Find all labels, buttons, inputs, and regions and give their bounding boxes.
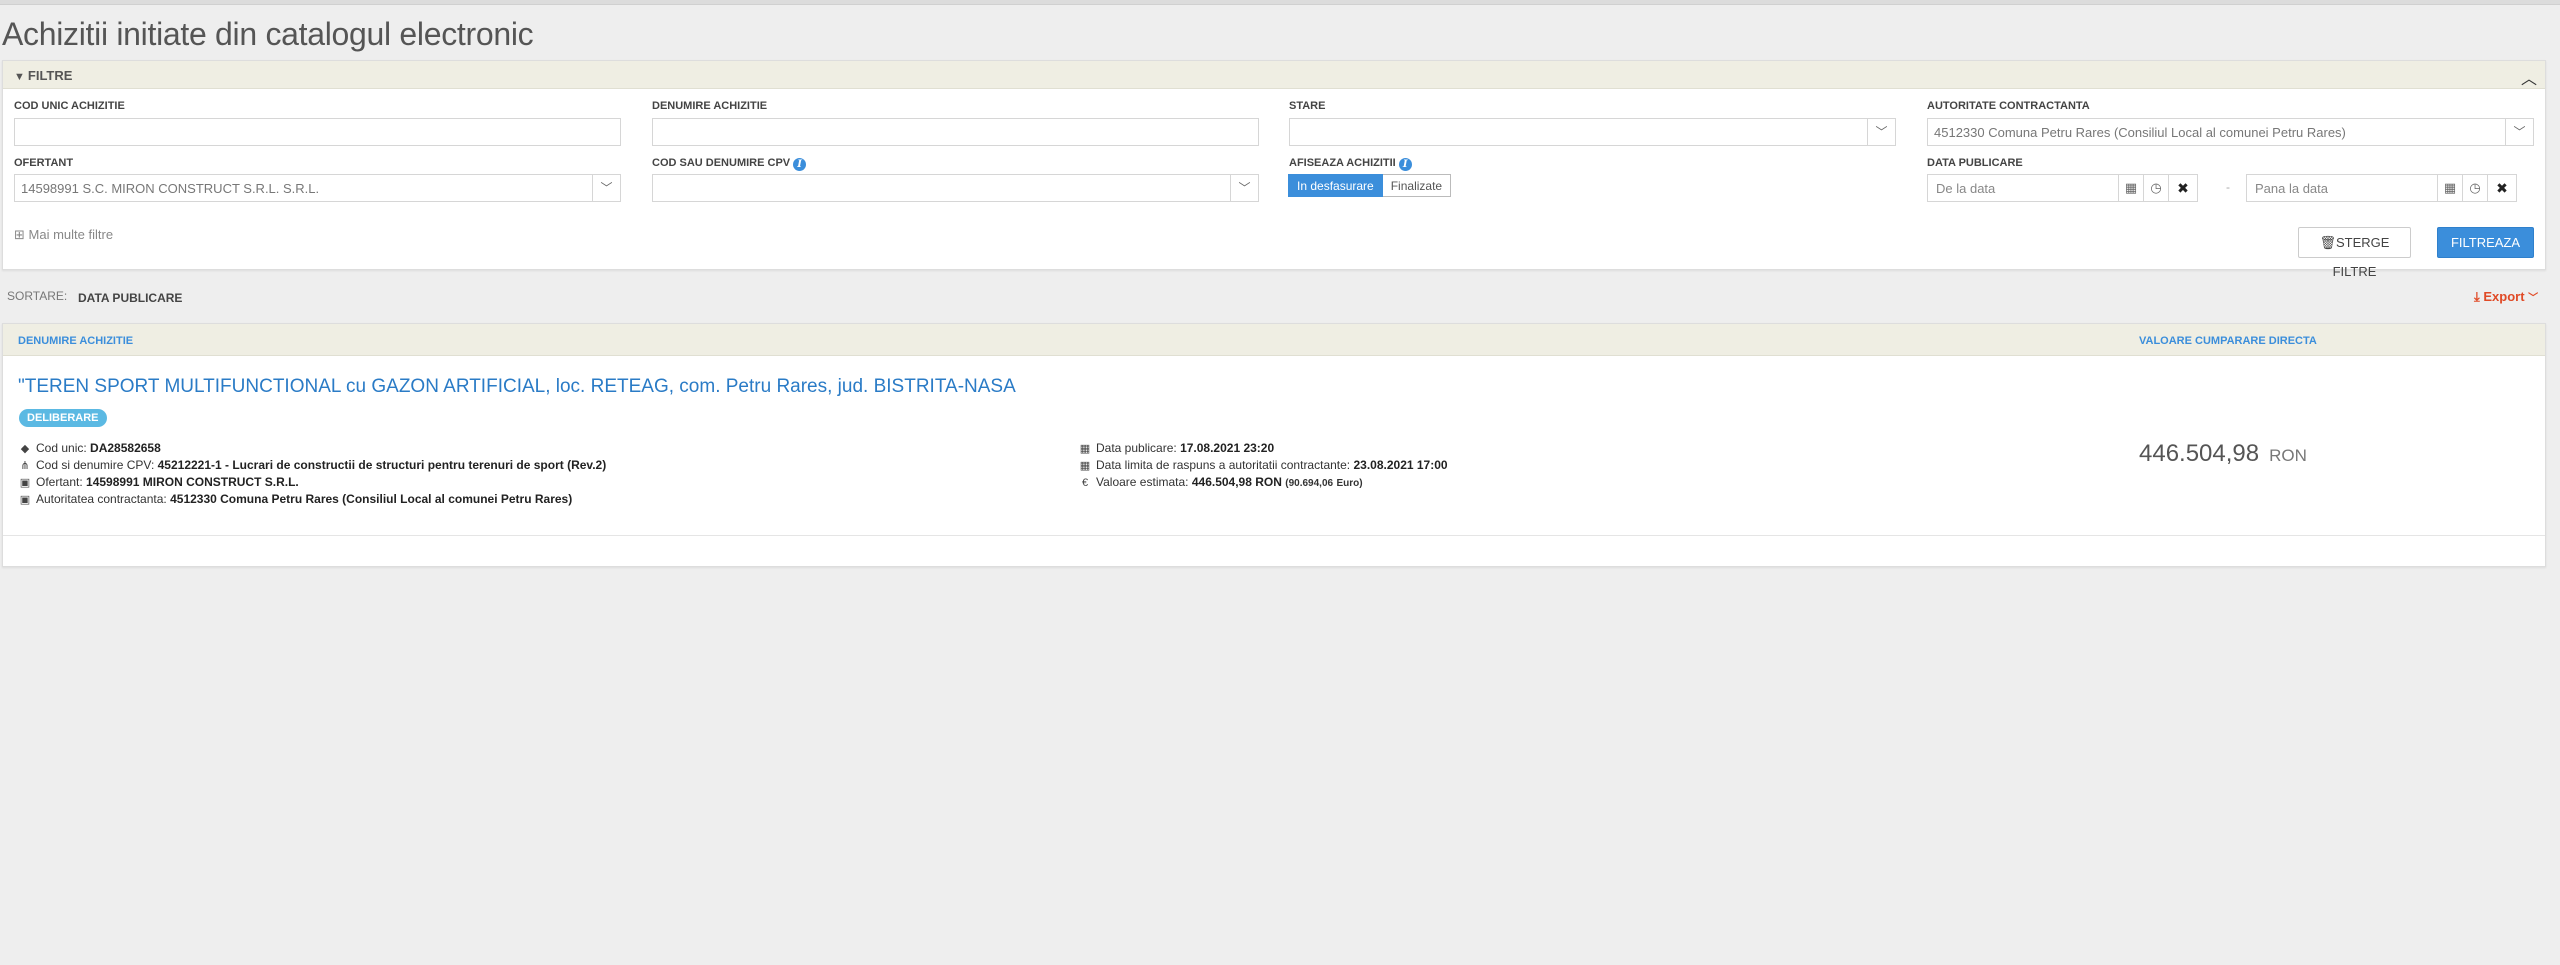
cpv-value: 45212221-1 - Lucrari de constructii de s… — [157, 458, 607, 472]
info-icon[interactable]: i — [1398, 158, 1412, 171]
status-badge: DELIBERARE — [19, 409, 107, 427]
date-to-input[interactable]: Pana la data — [2246, 174, 2438, 202]
meta-data-limita: ▦ Data limita de raspuns a autoritatii co… — [1079, 458, 1448, 472]
chevron-down-icon[interactable]: ﹀ — [2505, 119, 2533, 145]
meta-cod-unic: ◆ Cod unic: DA28582658 — [18, 441, 161, 455]
filters-panel: ▼ FILTRE ︿ — [2, 60, 2546, 270]
sort-label: SORTARE: — [7, 289, 68, 303]
ofertant-select[interactable]: 14598991 S.C. MIRON CONSTRUCT S.R.L. S.R… — [14, 174, 621, 202]
meta-valoare: € Valoare estimata: 446.504,98 RON (90.69… — [1078, 475, 1363, 489]
filter-icon: ▼ — [14, 71, 25, 83]
autoritate-value: 4512330 Comuna Petru Rares (Consiliul Lo… — [170, 492, 573, 506]
cpv-select[interactable]: ﹀ — [652, 174, 1259, 202]
trash-icon: 🗑 — [2319, 235, 2337, 250]
clear-filters-label: STERGE FILTRE — [2332, 235, 2390, 279]
calendar-icon: ▦ — [1079, 443, 1091, 455]
more-filters-label: Mai multe filtre — [28, 227, 114, 242]
stare-label: STARE — [1289, 100, 1326, 112]
clear-date-from-icon[interactable]: ✖ — [2168, 174, 2198, 202]
chevron-down-icon[interactable]: ﹀ — [1230, 175, 1258, 201]
chevron-down-icon[interactable]: ﹀ — [1867, 119, 1895, 145]
top-border — [0, 0, 2560, 5]
ofertant-value: 14598991 MIRON CONSTRUCT S.R.L. — [86, 475, 299, 489]
chevron-down-icon[interactable]: ﹀ — [592, 175, 620, 201]
more-filters-link[interactable]: ⊞ Mai multe filtre — [14, 227, 113, 243]
briefcase-icon: ▣ — [19, 494, 31, 506]
date-range-dash: - — [2226, 180, 2230, 194]
briefcase-icon: ▣ — [19, 477, 31, 489]
meta-autoritate: ▣ Autoritatea contractanta: 4512330 Comun… — [19, 492, 573, 506]
col-valoare[interactable]: VALOARE CUMPARARE DIRECTA — [2139, 335, 2317, 347]
valoare-currency: RON — [1255, 475, 1282, 489]
filters-title: FILTRE — [27, 68, 73, 83]
sort-value[interactable]: DATA PUBLICARE — [78, 291, 182, 305]
stare-select[interactable]: ﹀ — [1289, 118, 1896, 146]
data-publicare-label: DATA PUBLICARE — [1927, 157, 2023, 169]
meta-cpv: ⋔ Cod si denumire CPV: 45212221-1 - Lucra… — [18, 458, 606, 472]
value-amount: 446.504,98 — [2139, 440, 2260, 467]
sitemap-icon: ⋔ — [20, 460, 30, 472]
direct-purchase-value: 446.504,98 RON — [2139, 440, 2307, 468]
chevron-up-icon[interactable]: ︿ — [2521, 65, 2537, 89]
clear-date-to-icon[interactable]: ✖ — [2487, 174, 2517, 202]
data-publicare-value: 17.08.2021 23:20 — [1180, 441, 1275, 455]
filters-header[interactable]: ▼ FILTRE ︿ — [3, 61, 2545, 89]
export-label: Export — [2483, 289, 2525, 304]
value-currency: RON — [2269, 446, 2307, 465]
col-denumire[interactable]: DENUMIRE ACHIZITIE — [18, 335, 133, 347]
cod-unic-input[interactable] — [14, 118, 621, 146]
calendar-icon: ▦ — [1079, 460, 1091, 472]
export-button[interactable]: ⤓ Export ﹀ — [2474, 289, 2538, 305]
download-icon: ⤓ — [2474, 289, 2480, 304]
toggle-finalizate[interactable]: Finalizate — [1382, 174, 1452, 197]
results-panel: DENUMIRE ACHIZITIE VALOARE CUMPARARE DIR… — [2, 323, 2546, 567]
data-limita-value: 23.08.2021 17:00 — [1353, 458, 1448, 472]
cpv-label: COD SAU DENUMIRE CPV — [652, 157, 791, 169]
cod-unic-label: COD UNIC ACHIZITIE — [14, 100, 125, 112]
valoare-value: 446.504,98 — [1191, 475, 1252, 489]
calendar-icon[interactable]: ▦ — [2118, 174, 2144, 202]
afiseaza-label: AFISEAZA ACHIZITII — [1289, 157, 1396, 169]
afiseaza-toggle: In desfasurare Finalizate — [1288, 174, 1452, 197]
table-row: "TEREN SPORT MULTIFUNCTIONAL cu GAZON AR… — [3, 356, 2545, 536]
denumire-label: DENUMIRE ACHIZITIE — [652, 100, 768, 112]
valoare-euro-cur: Euro) — [1336, 478, 1363, 489]
item-title-link[interactable]: "TEREN SPORT MULTIFUNCTIONAL cu GAZON AR… — [18, 376, 1016, 398]
meta-data-publicare: ▦ Data publicare: 17.08.2021 23:20 — [1079, 441, 1275, 455]
autoritate-label: AUTORITATE CONTRACTANTA — [1927, 100, 2090, 112]
autoritate-select[interactable]: 4512330 Comuna Petru Rares (Consiliul Lo… — [1927, 118, 2534, 146]
info-icon[interactable]: i — [793, 158, 807, 171]
clock-icon[interactable]: ◷ — [2462, 174, 2488, 202]
ofertant-value: 14598991 S.C. MIRON CONSTRUCT S.R.L. S.R… — [21, 181, 320, 196]
euro-icon: € — [1081, 477, 1089, 489]
tag-icon: ◆ — [20, 443, 30, 455]
page-title: Achizitii initiate din catalogul electro… — [2, 16, 534, 52]
results-header: DENUMIRE ACHIZITIE VALOARE CUMPARARE DIR… — [3, 324, 2545, 356]
denumire-input[interactable] — [652, 118, 1259, 146]
afiseaza-label-wrap: AFISEAZA ACHIZITII i — [1289, 157, 1412, 171]
plus-square-icon: ⊞ — [14, 227, 25, 242]
filter-button[interactable]: FILTREAZA — [2437, 227, 2534, 258]
cpv-label-wrap: COD SAU DENUMIRE CPV i — [652, 157, 807, 171]
valoare-euro: (90.694,06 — [1285, 478, 1334, 489]
clock-icon[interactable]: ◷ — [2143, 174, 2169, 202]
toggle-in-desfasurare[interactable]: In desfasurare — [1288, 174, 1383, 197]
autoritate-value: 4512330 Comuna Petru Rares (Consiliul Lo… — [1934, 125, 2346, 140]
cod-unic-value: DA28582658 — [90, 441, 161, 455]
clear-filters-button[interactable]: 🗑STERGE FILTRE — [2298, 227, 2411, 279]
ofertant-label: OFERTANT — [14, 157, 74, 169]
calendar-icon[interactable]: ▦ — [2437, 174, 2463, 202]
chevron-down-icon: ﹀ — [2528, 293, 2539, 304]
meta-ofertant: ▣ Ofertant: 14598991 MIRON CONSTRUCT S.R.… — [19, 475, 299, 489]
date-from-input[interactable]: De la data — [1927, 174, 2119, 202]
